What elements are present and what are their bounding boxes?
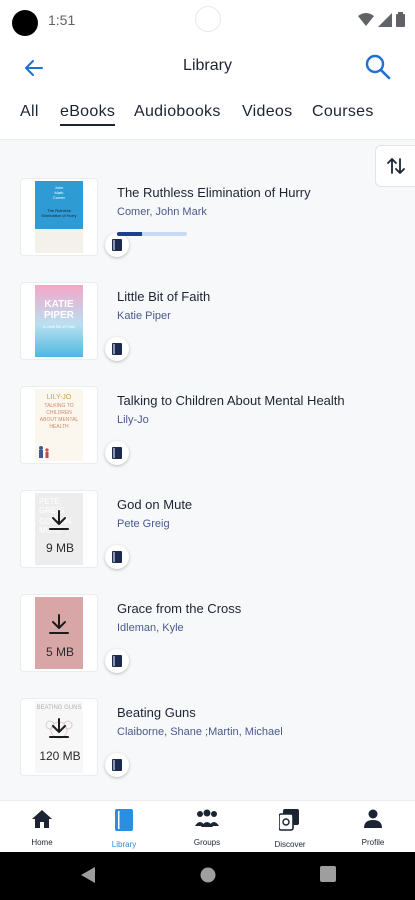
ebook-badge bbox=[105, 233, 129, 257]
tab-videos[interactable]: Videos bbox=[242, 103, 292, 121]
nav-label: Library bbox=[111, 840, 137, 849]
nav-label: Profile bbox=[361, 838, 385, 847]
book-row[interactable]: KATIE PIPER A Little Bit of Faith Little… bbox=[0, 272, 415, 376]
library-icon bbox=[115, 809, 133, 831]
tab-audiobooks[interactable]: Audiobooks bbox=[134, 103, 221, 121]
book-icon bbox=[112, 239, 122, 251]
bottom-nav: Home Library Groups Discover Profile bbox=[0, 800, 415, 852]
children-illustration-icon bbox=[39, 446, 49, 458]
book-author: Comer, John Mark bbox=[117, 206, 207, 218]
book-title: Grace from the Cross bbox=[117, 601, 242, 616]
ebook-badge bbox=[105, 337, 129, 361]
status-time: 1:51 bbox=[48, 12, 76, 28]
reading-progress-fill bbox=[117, 232, 142, 236]
cover-text: LILY-JO bbox=[46, 394, 72, 401]
nav-label: Groups bbox=[193, 838, 221, 847]
nav-profile[interactable]: Profile bbox=[338, 809, 408, 847]
book-cover-frame: BEATING GUNS 120 MB bbox=[20, 698, 129, 777]
battery-icon bbox=[396, 12, 405, 27]
tab-ebooks[interactable]: eBooks bbox=[60, 103, 116, 126]
download-size: 5 MB bbox=[45, 645, 74, 659]
ebook-badge bbox=[105, 753, 129, 777]
ebook-badge bbox=[105, 441, 129, 465]
cover-text: Comer bbox=[52, 195, 65, 200]
discover-icon bbox=[278, 809, 299, 831]
camera-cutout bbox=[12, 10, 38, 36]
app-bar: Library bbox=[0, 40, 415, 94]
page-title: Library bbox=[183, 57, 232, 74]
book-icon bbox=[112, 343, 122, 355]
book-row[interactable]: LILY-JO TALKING TO CHILDREN ABOUT MENTAL… bbox=[0, 376, 415, 480]
status-icons bbox=[358, 12, 405, 27]
book-cover-frame: John Mark Comer The Ruthless Elimination… bbox=[20, 178, 129, 257]
status-indicator bbox=[195, 6, 221, 32]
search-button[interactable] bbox=[363, 52, 393, 82]
book-icon bbox=[112, 447, 122, 459]
nav-groups[interactable]: Groups bbox=[172, 809, 242, 847]
book-title: God on Mute bbox=[117, 497, 193, 512]
profile-icon bbox=[364, 809, 382, 828]
cover-text: KATIE bbox=[44, 299, 74, 310]
tab-all[interactable]: All bbox=[20, 103, 39, 121]
download-size: 120 MB bbox=[39, 749, 81, 763]
nav-library[interactable]: Library bbox=[89, 809, 159, 849]
book-author: Idleman, Kyle bbox=[117, 622, 184, 634]
download-size: 9 MB bbox=[45, 541, 74, 555]
book-cover: John Mark Comer The Ruthless Elimination… bbox=[35, 181, 83, 253]
download-icon bbox=[49, 510, 69, 530]
book-cover-frame: LILY-JO TALKING TO CHILDREN ABOUT MENTAL… bbox=[20, 386, 129, 465]
book-cover-frame: PETE GREIG GOD ON MUTE 9 MB bbox=[20, 490, 129, 569]
groups-icon bbox=[195, 809, 219, 827]
book-author: Lily-Jo bbox=[117, 414, 149, 426]
cover-text: PIPER bbox=[43, 310, 74, 321]
reading-progress bbox=[117, 232, 187, 236]
home-icon bbox=[32, 810, 52, 828]
nav-label: Discover bbox=[274, 840, 306, 849]
ebook-badge bbox=[105, 545, 129, 569]
nav-label: Home bbox=[31, 838, 53, 847]
signal-icon bbox=[378, 12, 392, 27]
cover-text: PETE bbox=[39, 497, 60, 506]
back-triangle-icon[interactable] bbox=[80, 866, 96, 884]
book-cover: LILY-JO TALKING TO CHILDREN ABOUT MENTAL… bbox=[35, 389, 83, 461]
wifi-icon bbox=[358, 12, 374, 26]
cover-text: A Little Bit of Faith bbox=[42, 324, 76, 329]
book-title: Beating Guns bbox=[117, 705, 196, 720]
book-author: Pete Greig bbox=[117, 518, 170, 530]
book-title: The Ruthless Elimination of Hurry bbox=[117, 185, 311, 200]
book-cover: KATIE PIPER A Little Bit of Faith bbox=[35, 285, 83, 357]
book-icon bbox=[112, 655, 122, 667]
nav-discover[interactable]: Discover bbox=[255, 809, 325, 849]
ebook-badge bbox=[105, 649, 129, 673]
home-circle-icon[interactable] bbox=[199, 866, 217, 884]
tab-courses[interactable]: Courses bbox=[312, 103, 374, 121]
recents-square-icon[interactable] bbox=[320, 866, 336, 882]
book-cover-frame: KATIE PIPER A Little Bit of Faith bbox=[20, 282, 129, 361]
nav-home[interactable]: Home bbox=[7, 809, 77, 847]
book-author: Claiborne, Shane ;Martin, Michael bbox=[117, 726, 283, 738]
book-title: Little Bit of Faith bbox=[117, 289, 211, 304]
cover-text: The Ruthless Elimination of Hurry bbox=[41, 208, 77, 218]
cover-text: TALKING TO CHILDREN ABOUT MENTAL HEALTH bbox=[39, 403, 79, 430]
download-icon bbox=[49, 718, 69, 738]
book-row[interactable]: 5 MB Grace from the Cross Idleman, Kyle bbox=[0, 584, 415, 688]
search-icon bbox=[365, 54, 391, 80]
cover-text: BEATING GUNS bbox=[36, 705, 82, 711]
book-row[interactable]: PETE GREIG GOD ON MUTE 9 MB God on Mute … bbox=[0, 480, 415, 584]
book-icon bbox=[112, 551, 122, 563]
download-icon bbox=[49, 614, 69, 634]
book-row[interactable]: John Mark Comer The Ruthless Elimination… bbox=[0, 168, 415, 272]
book-cover-frame: 5 MB bbox=[20, 594, 129, 673]
status-bar: 1:51 bbox=[0, 0, 415, 40]
book-icon bbox=[112, 759, 122, 771]
library-tabs: All eBooks Audiobooks Videos Courses bbox=[0, 94, 415, 140]
book-row[interactable]: BEATING GUNS 120 MB Beating Guns Claibor… bbox=[0, 688, 415, 792]
book-title: Talking to Children About Mental Health bbox=[117, 393, 345, 408]
book-author: Katie Piper bbox=[117, 310, 171, 322]
system-nav-bar bbox=[0, 852, 415, 900]
